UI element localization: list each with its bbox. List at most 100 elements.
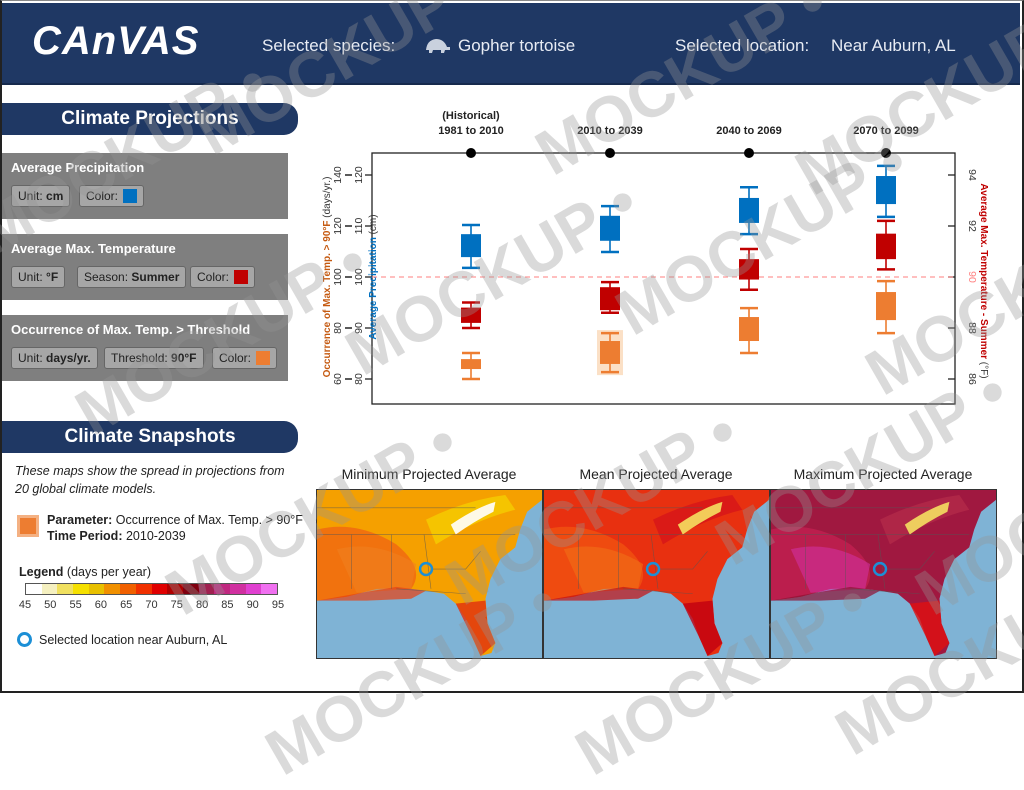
temperature-tick-label: 86 — [966, 373, 978, 385]
chip-value: cm — [46, 189, 64, 203]
box-iqr — [739, 197, 759, 223]
box-iqr — [876, 233, 896, 260]
colorbar-segment — [57, 584, 74, 594]
map-title-min: Minimum Projected Average — [341, 466, 517, 482]
boxplot-occurrence — [876, 279, 896, 335]
precipitation-tick-label: 110 — [353, 217, 365, 234]
precipitation-tick-label: 90 — [353, 322, 365, 334]
location-legend-text: Selected location near Auburn, AL — [39, 633, 228, 647]
colorbar-tick-label: 80 — [195, 599, 209, 611]
temperature-panel: Average Max. Temperature Unit: °F Season… — [2, 234, 288, 300]
boxplot-precipitation — [876, 164, 896, 219]
colorbar-segment — [182, 584, 199, 594]
colorbar-tick-label: 50 — [44, 599, 57, 611]
period-value: 2010-2039 — [122, 529, 186, 543]
period-marker — [605, 148, 615, 158]
map-minimum[interactable] — [316, 489, 543, 659]
box-iqr — [600, 215, 620, 241]
box-iqr — [461, 234, 481, 258]
box-iqr — [461, 307, 481, 323]
occurrence-tick-label: 60 — [332, 373, 344, 385]
climate-projections-header: Climate Projections — [2, 103, 298, 135]
occurrence-axis-title: Occurrence of Max. Temp. > 90°F (days/yr… — [322, 177, 333, 378]
period-label-line1: (Historical) — [442, 110, 500, 122]
panel-title: Occurrence of Max. Temp. > Threshold — [11, 322, 251, 337]
panel-title: Average Precipitation — [11, 160, 145, 175]
boxplot-occurrence — [739, 306, 759, 355]
temperature-tick-label: 94 — [966, 169, 978, 181]
color-swatch — [123, 189, 138, 203]
temperature-tick-label: 90 — [966, 271, 978, 283]
box-iqr — [739, 259, 759, 280]
legend-title: Legend (days per year) — [19, 565, 151, 579]
unit-chip[interactable]: Unit: °F — [11, 266, 66, 288]
period-line: Time Period: 2010-2039 — [47, 529, 186, 543]
color-chip[interactable]: Color: — [190, 266, 256, 288]
period-marker — [881, 148, 891, 158]
chip-label: Unit: — [18, 270, 47, 284]
season-chip[interactable]: Season: Summer — [77, 266, 187, 288]
chip-value: 90°F — [171, 351, 197, 365]
snapshots-description: These maps show the spread in projection… — [15, 464, 285, 496]
legend-colorbar — [25, 583, 278, 595]
colorbar-segment — [88, 584, 105, 594]
climate-projection-chart: (Historical) 1981 to 2010 2010 to 2039 2040… — [322, 110, 989, 405]
chip-label: Season: — [84, 270, 132, 284]
period-label: 2070 to 2099 — [853, 125, 918, 137]
color-chip[interactable]: Color: — [79, 185, 145, 207]
period-marker — [744, 148, 754, 158]
occurrence-tick-label: 120 — [332, 217, 344, 235]
boxplot-temperature — [739, 247, 759, 291]
precipitation-tick-label: 120 — [353, 166, 365, 184]
species-value[interactable]: Gopher tortoise — [458, 36, 575, 56]
parameter-line: Parameter: Occurrence of Max. Temp. > 90… — [47, 513, 303, 527]
colorbar-tick-label: 65 — [120, 599, 133, 611]
precipitation-tick-label: 100 — [353, 268, 365, 286]
period-label: 2040 to 2069 — [716, 125, 781, 137]
map-maximum[interactable] — [770, 489, 997, 659]
colorbar-tick-label: 95 — [271, 599, 285, 611]
period-marker — [466, 148, 476, 158]
chip-value: Summer — [131, 270, 180, 284]
colorbar-segment — [151, 584, 168, 594]
tortoise-icon — [426, 39, 450, 53]
colorbar-tick-label: 75 — [170, 599, 183, 611]
location-value[interactable]: Near Auburn, AL — [831, 36, 956, 56]
colorbar-segment — [229, 584, 246, 594]
axis-title-unit: (°F) — [978, 359, 989, 379]
colorbar-segment — [120, 584, 136, 594]
parameter-swatch — [17, 515, 39, 537]
chip-label: Unit: — [18, 189, 47, 203]
box-iqr — [876, 176, 896, 205]
axis-title-unit: (cm) — [368, 214, 379, 237]
unit-chip[interactable]: Unit: days/yr. — [11, 347, 98, 369]
occurrence-tick-label: 100 — [332, 268, 344, 286]
box-iqr — [876, 292, 896, 321]
boxplot-precipitation — [461, 223, 481, 270]
chip-label: Threshold: — [111, 351, 172, 365]
colorbar-segment — [135, 584, 152, 594]
parameter-label: Parameter: — [47, 513, 113, 527]
map-mean[interactable] — [543, 489, 770, 659]
chip-value: days/yr. — [46, 351, 91, 365]
colorbar-segment — [167, 584, 183, 594]
boxplot-temperature — [600, 280, 620, 314]
colorbar-segment — [198, 584, 215, 594]
colorbar-tick-label: 85 — [221, 599, 234, 611]
occurrence-panel: Occurrence of Max. Temp. > Threshold Uni… — [2, 315, 288, 381]
parameter-value: Occurrence of Max. Temp. > 90°F — [112, 513, 303, 527]
colorbar-segment — [261, 584, 277, 594]
location-label: Selected location: — [675, 36, 810, 55]
box-iqr — [600, 341, 620, 364]
chip-value: °F — [46, 270, 59, 284]
threshold-chip[interactable]: Threshold: 90°F — [104, 347, 204, 369]
location-marker-icon — [17, 632, 32, 647]
app-logo: CAnVAS — [32, 19, 200, 63]
color-chip[interactable]: Color: — [212, 347, 278, 369]
unit-chip[interactable]: Unit: cm — [11, 185, 71, 207]
box-iqr — [461, 359, 481, 370]
temperature-axis-title: Average Max. Temperature - Summer (°F) — [978, 183, 989, 378]
colorbar-segment — [104, 584, 121, 594]
boxplot-precipitation — [600, 204, 620, 254]
period-label: 2010 to 2039 — [577, 125, 642, 137]
